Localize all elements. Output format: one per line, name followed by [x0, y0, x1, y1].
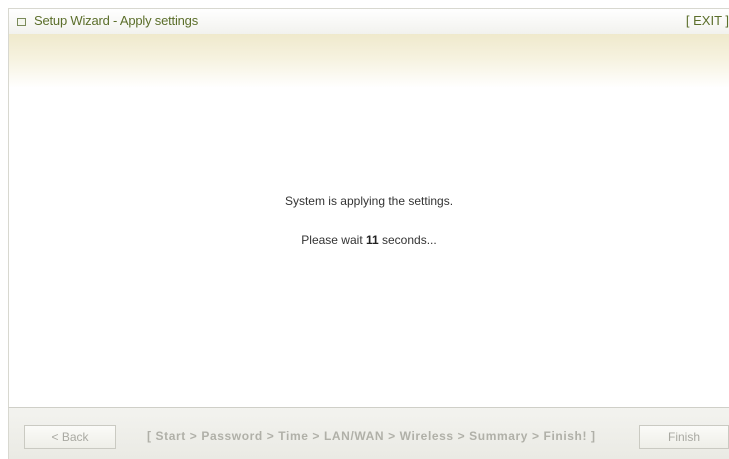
applying-message: System is applying the settings. [284, 194, 454, 208]
wait-message: Please wait 11 seconds... [9, 233, 729, 247]
wizard-steps-breadcrumb: [ Start > Password > Time > LAN/WAN > Wi… [147, 429, 596, 443]
finish-button[interactable]: Finish [639, 425, 729, 449]
back-button[interactable]: < Back [24, 425, 116, 449]
wait-suffix: seconds... [378, 233, 437, 247]
content-panel: System is applying the settings. Please … [8, 34, 729, 407]
countdown-seconds: 11 [365, 233, 379, 247]
header-shade [9, 34, 729, 88]
window-square-icon [17, 18, 26, 26]
wizard-footer: < Back [ Start > Password > Time > LAN/W… [8, 407, 729, 459]
title-bar: Setup Wizard - Apply settings [ EXIT ] [8, 8, 729, 34]
window-title: Setup Wizard - Apply settings [34, 13, 198, 28]
wait-prefix: Please wait [301, 233, 366, 247]
exit-link[interactable]: [ EXIT ] [686, 13, 729, 28]
setup-wizard-window: Setup Wizard - Apply settings [ EXIT ] S… [0, 0, 729, 459]
